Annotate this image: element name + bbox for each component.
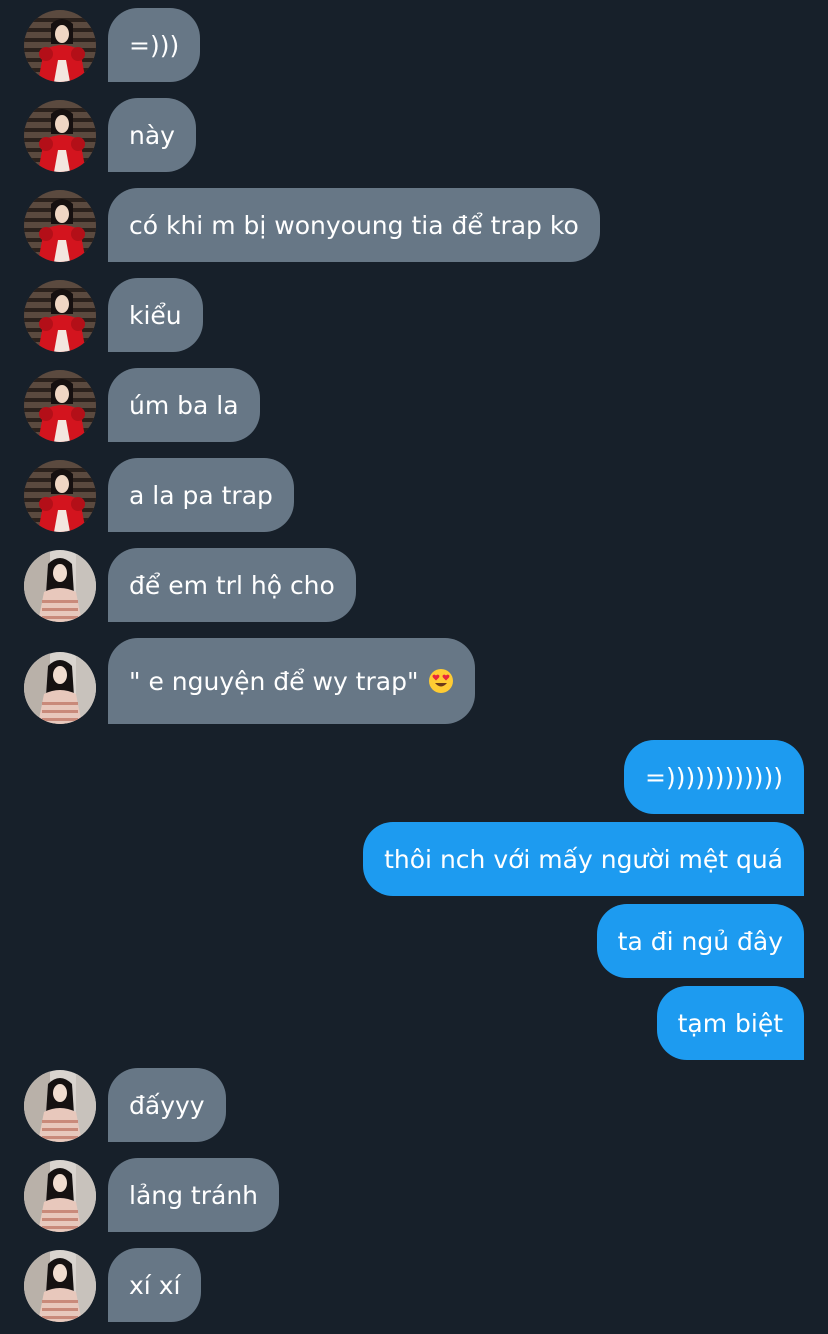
incoming-message-bubble[interactable]: úm ba la bbox=[108, 368, 260, 442]
avatar-user-a[interactable] bbox=[24, 100, 96, 172]
message-text: thôi nch với mấy người mệt quá bbox=[384, 844, 783, 874]
avatar-user-b[interactable] bbox=[24, 550, 96, 622]
avatar-user-b[interactable] bbox=[24, 652, 96, 724]
message-text: úm ba la bbox=[129, 390, 239, 420]
incoming-message-bubble[interactable]: =))) bbox=[108, 8, 201, 82]
avatar-user-a[interactable] bbox=[24, 190, 96, 262]
incoming-message-bubble[interactable]: " e nguyện để wy trap" bbox=[108, 638, 476, 724]
message-text: ta đi ngủ đây bbox=[617, 926, 783, 956]
avatar-user-a[interactable] bbox=[24, 460, 96, 532]
avatar-user-a[interactable] bbox=[24, 10, 96, 82]
message-text: lảng tránh bbox=[129, 1180, 259, 1210]
incoming-message-bubble[interactable]: đấyyy bbox=[108, 1068, 226, 1142]
incoming-message-bubble[interactable]: để em trl hộ cho bbox=[108, 548, 356, 622]
message-text: tạm biệt bbox=[677, 1008, 783, 1038]
message-text: đấyyy bbox=[129, 1090, 205, 1120]
incoming-message-bubble[interactable]: này bbox=[108, 98, 196, 172]
avatar-user-b[interactable] bbox=[24, 1160, 96, 1232]
message-text: có khi m bị wonyoung tia để trap ko bbox=[129, 210, 579, 240]
incoming-message-bubble[interactable]: a la pa trap bbox=[108, 458, 294, 532]
avatar-user-a[interactable] bbox=[24, 280, 96, 352]
incoming-message-bubble[interactable]: xí xí bbox=[108, 1248, 202, 1322]
outgoing-message-bubble[interactable]: thôi nch với mấy người mệt quá bbox=[363, 822, 804, 896]
avatar-user-b[interactable] bbox=[24, 1070, 96, 1142]
incoming-message-bubble[interactable]: kiểu bbox=[108, 278, 203, 352]
message-text: xí xí bbox=[129, 1270, 181, 1300]
heart-eyes-emoji bbox=[428, 668, 454, 694]
incoming-message-bubble[interactable]: lảng tránh bbox=[108, 1158, 280, 1232]
outgoing-message-bubble[interactable]: =)))))))))))) bbox=[624, 740, 804, 814]
message-text: a la pa trap bbox=[129, 480, 273, 510]
avatar-user-a[interactable] bbox=[24, 370, 96, 442]
outgoing-message-bubble[interactable]: tạm biệt bbox=[656, 986, 804, 1060]
outgoing-message-bubble[interactable]: ta đi ngủ đây bbox=[596, 904, 804, 978]
incoming-message-bubble[interactable]: có khi m bị wonyoung tia để trap ko bbox=[108, 188, 600, 262]
avatar-user-b[interactable] bbox=[24, 1250, 96, 1322]
message-text: này bbox=[129, 120, 175, 150]
message-text: để em trl hộ cho bbox=[129, 570, 335, 600]
message-text: =)))))))))))) bbox=[645, 762, 783, 792]
message-text: kiểu bbox=[129, 300, 182, 330]
chat-conversation: =))) này có khi m bị wonyoung tia để tra… bbox=[0, 0, 828, 1334]
message-text: =))) bbox=[129, 30, 180, 60]
message-text: " e nguyện để wy trap" bbox=[129, 666, 419, 696]
